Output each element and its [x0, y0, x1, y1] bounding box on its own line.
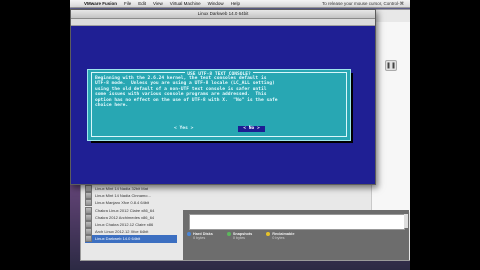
- menu-help[interactable]: Help: [231, 1, 240, 6]
- vm-name: Linux Darkweb 14.0 64bit: [95, 236, 141, 242]
- vm-notes-field[interactable]: [189, 214, 405, 230]
- menu-file[interactable]: File: [124, 1, 131, 6]
- vm-icon: [85, 221, 92, 229]
- legend-size: 0 bytes: [232, 236, 246, 240]
- vm-list-item[interactable]: Chakra 2012 Archimedes x86_64: [85, 213, 177, 221]
- legend-size: 0 bytes: [272, 236, 285, 240]
- pause-button[interactable]: ❚❚: [385, 60, 397, 71]
- yes-button[interactable]: < Yes >: [174, 126, 193, 131]
- vm-icon: [85, 235, 92, 243]
- vm-list: Linux Mint 14 Nadia 32bit Mat Linux Mint…: [85, 185, 177, 243]
- hard-disks-swatch: [187, 232, 191, 236]
- vm-name: Linux Chakra 2012.12 Claire x86: [95, 222, 154, 228]
- mac-menubar: VMware Fusion File Edit View Virtual Mac…: [70, 0, 410, 8]
- vm-icon: [85, 192, 92, 200]
- mouse-release-hint: To release your mouse cursor, Control-⌘: [321, 0, 404, 6]
- legend-hard-disks: Hard Disks 0 bytes: [187, 232, 213, 240]
- no-button[interactable]: < No >: [238, 126, 265, 132]
- legend-size: 0 bytes: [193, 236, 206, 240]
- library-side-panel: ❚❚: [371, 22, 410, 212]
- menu-window[interactable]: Window: [208, 1, 224, 6]
- vm-window-toolbar: [71, 19, 375, 26]
- dialog-message: Beginning with the 2.6.24 kernel, the te…: [95, 76, 335, 108]
- legend-snapshots: Snapshots 0 bytes: [226, 232, 252, 240]
- vm-name: Chakra Linux 2012 Claire x86_64: [95, 207, 155, 213]
- vm-list-item[interactable]: Linux Mint 14 Nadia 32bit Mat: [85, 185, 177, 193]
- vm-list-item[interactable]: Linux Mint 14 Nadia Cinnamo...: [85, 192, 177, 200]
- vm-icon: [85, 213, 92, 221]
- vm-list-item[interactable]: Linux Manjaro Xfce 0.8.4 64bit: [85, 199, 177, 207]
- menu-virtual-machine[interactable]: Virtual Machine: [170, 1, 201, 6]
- vmware-fusion-screen: VMware Fusion File Edit View Virtual Mac…: [70, 0, 410, 270]
- vm-list-item[interactable]: Linux Chakra 2012.12 Claire x86: [85, 221, 177, 229]
- menu-app-name[interactable]: VMware Fusion: [84, 1, 117, 6]
- vm-name: Linux Mint 14 Nadia Cinnamo...: [95, 193, 151, 199]
- vm-name: Arch Linux 2012.12 Xfce 64bit: [95, 229, 149, 235]
- dialog-line: choice here.: [95, 103, 129, 109]
- notes-scrollbar[interactable]: [404, 214, 408, 228]
- vm-name: Linux Manjaro Xfce 0.8.4 64bit: [95, 200, 150, 206]
- vm-list-item[interactable]: Chakra Linux 2012 Claire x86_64: [85, 206, 177, 214]
- vm-icon: [85, 228, 92, 236]
- menu-view[interactable]: View: [153, 1, 163, 6]
- vm-list-item-selected[interactable]: Linux Darkweb 14.0 64bit: [85, 235, 177, 243]
- vm-console-window: Linux Darkweb 14.0 64bit USE UTF-8 TEXT …: [70, 9, 376, 185]
- disk-usage-legend: Hard Disks 0 bytes Snapshots 0 bytes Rec…: [187, 232, 294, 240]
- vm-icon: [85, 199, 92, 207]
- snapshots-swatch: [226, 232, 231, 236]
- text-console[interactable]: USE UTF-8 TEXT CONSOLE? Beginning with t…: [71, 26, 375, 184]
- menu-edit[interactable]: Edit: [138, 1, 146, 6]
- reclaimable-swatch: [266, 232, 271, 236]
- legend-reclaimable: Reclaimable 0 bytes: [266, 232, 294, 240]
- vm-window-title: Linux Darkweb 14.0 64bit: [71, 10, 375, 19]
- vm-name: Chakra 2012 Archimedes x86_64: [95, 214, 155, 220]
- vm-details-panel: Hard Disks 0 bytes Snapshots 0 bytes Rec…: [183, 210, 409, 260]
- vm-list-item[interactable]: Arch Linux 2012.12 Xfce 64bit: [85, 228, 177, 236]
- vm-name: Linux Mint 14 Nadia 32bit Mat: [95, 186, 148, 192]
- vm-icon: [85, 185, 92, 193]
- utf8-console-dialog: USE UTF-8 TEXT CONSOLE? Beginning with t…: [87, 69, 351, 141]
- vm-icon: [85, 206, 92, 214]
